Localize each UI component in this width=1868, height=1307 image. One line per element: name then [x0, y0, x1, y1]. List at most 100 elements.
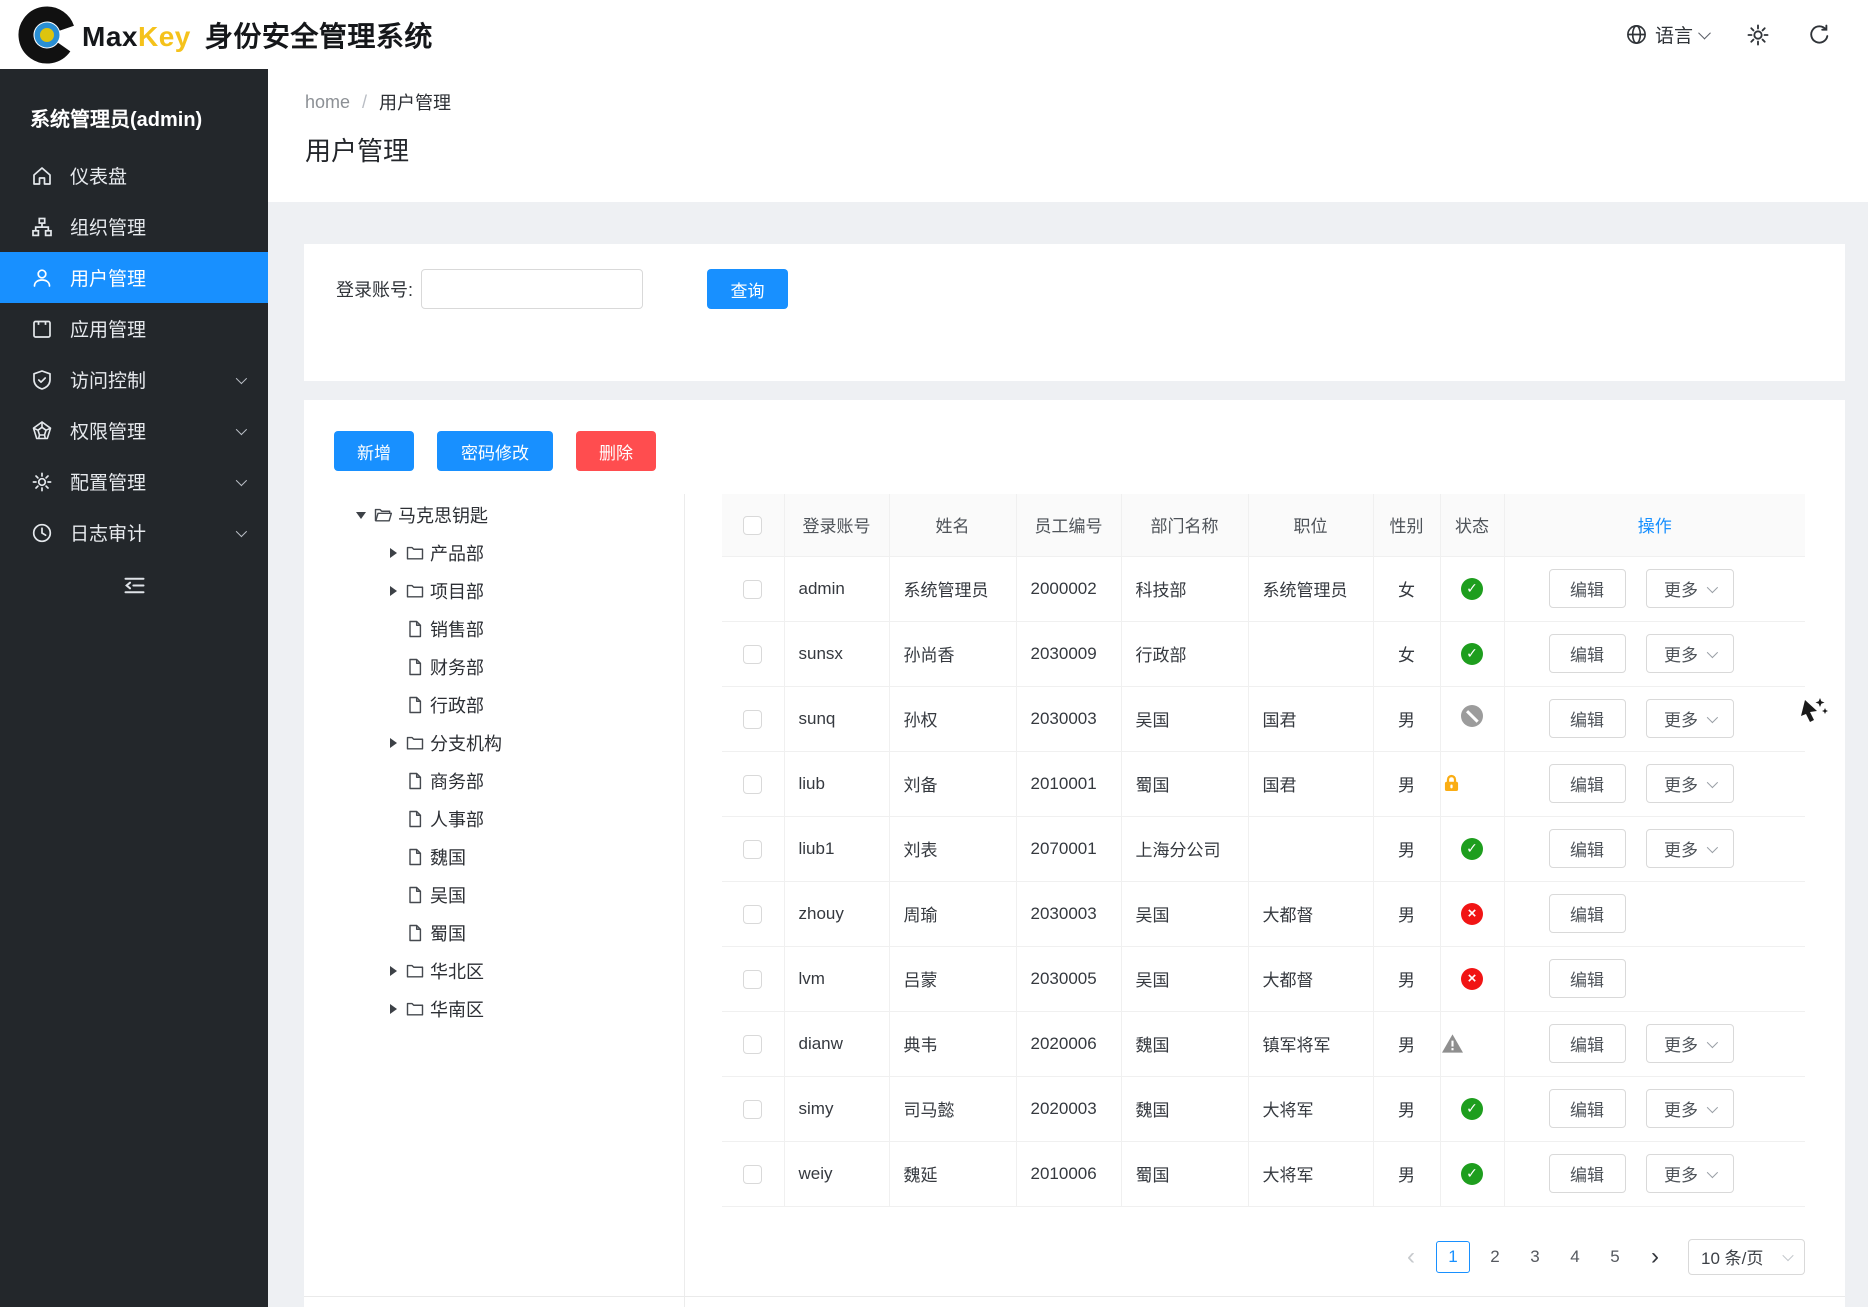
row-checkbox[interactable] — [743, 645, 762, 664]
page-size-select[interactable]: 10 条/页 — [1688, 1239, 1805, 1275]
sidebar-item-app[interactable]: 应用管理 — [0, 303, 268, 354]
row-checkbox[interactable] — [743, 580, 762, 599]
org-icon — [30, 215, 54, 239]
sidebar-item-audit[interactable]: 日志审计 — [0, 507, 268, 558]
edit-button[interactable]: 编辑 — [1549, 959, 1626, 998]
more-button[interactable]: 更多 — [1646, 569, 1734, 608]
gender-cell: 男 — [1373, 1076, 1440, 1141]
tree-node[interactable]: 项目部 — [304, 572, 684, 610]
logout-refresh-icon[interactable] — [1807, 22, 1832, 47]
pagination-next[interactable]: › — [1640, 1241, 1670, 1273]
tree-node[interactable]: 销售部 — [304, 610, 684, 648]
settings-gear-icon[interactable] — [1745, 22, 1771, 48]
edit-button[interactable]: 编辑 — [1549, 634, 1626, 673]
edit-button[interactable]: 编辑 — [1549, 1089, 1626, 1128]
department-cell: 行政部 — [1121, 621, 1248, 686]
change-password-button[interactable]: 密码修改 — [437, 431, 553, 471]
more-button[interactable]: 更多 — [1646, 764, 1734, 803]
more-button[interactable]: 更多 — [1646, 829, 1734, 868]
select-all-checkbox[interactable] — [743, 516, 762, 535]
caret-right-icon[interactable] — [383, 543, 403, 563]
file-icon — [405, 657, 425, 677]
pagination-prev[interactable]: ‹ — [1396, 1241, 1426, 1273]
row-checkbox[interactable] — [743, 1035, 762, 1054]
sidebar-item-dashboard[interactable]: 仪表盘 — [0, 150, 268, 201]
breadcrumb-home-link[interactable]: home — [305, 92, 350, 113]
more-button[interactable]: 更多 — [1646, 1154, 1734, 1193]
edit-button[interactable]: 编辑 — [1549, 1024, 1626, 1063]
tree-node-label: 销售部 — [430, 616, 484, 642]
edit-button[interactable]: 编辑 — [1549, 569, 1626, 608]
pagination-page-1[interactable]: 1 — [1436, 1241, 1470, 1273]
tree-node[interactable]: 行政部 — [304, 686, 684, 724]
edit-button[interactable]: 编辑 — [1549, 764, 1626, 803]
edit-button[interactable]: 编辑 — [1549, 894, 1626, 933]
add-button[interactable]: 新增 — [334, 431, 414, 471]
pagination-page-4[interactable]: 4 — [1560, 1241, 1590, 1273]
employee-id-cell: 2030005 — [1016, 946, 1121, 1011]
caret-right-icon[interactable] — [383, 999, 403, 1019]
status-cell: × — [1440, 946, 1504, 1011]
delete-button[interactable]: 删除 — [576, 431, 656, 471]
tree-node[interactable]: 吴国 — [304, 876, 684, 914]
tree-node[interactable]: 人事部 — [304, 800, 684, 838]
sidebar-item-config[interactable]: 配置管理 — [0, 456, 268, 507]
sidebar-item-org[interactable]: 组织管理 — [0, 201, 268, 252]
page-header-block: home / 用户管理 用户管理 — [268, 69, 1868, 202]
pagination-page-3[interactable]: 3 — [1520, 1241, 1550, 1273]
tree-node[interactable]: 马克思钥匙 — [304, 496, 684, 534]
tree-node[interactable]: 分支机构 — [304, 724, 684, 762]
row-checkbox[interactable] — [743, 710, 762, 729]
tree-node[interactable]: 产品部 — [304, 534, 684, 572]
caret-right-icon[interactable] — [383, 733, 403, 753]
more-button[interactable]: 更多 — [1646, 699, 1734, 738]
column-header: 姓名 — [889, 494, 1016, 556]
tree-node[interactable]: 魏国 — [304, 838, 684, 876]
caret-down-icon[interactable] — [351, 505, 371, 525]
edit-button[interactable]: 编辑 — [1549, 699, 1626, 738]
query-button[interactable]: 查询 — [707, 269, 788, 309]
position-cell: 大都督 — [1248, 881, 1373, 946]
menu-fold-icon[interactable] — [121, 572, 148, 599]
pagination-page-5[interactable]: 5 — [1600, 1241, 1630, 1273]
sidebar-item-permission[interactable]: 权限管理 — [0, 405, 268, 456]
tree-node-label: 财务部 — [430, 654, 484, 680]
gender-cell: 男 — [1373, 686, 1440, 751]
more-button[interactable]: 更多 — [1646, 634, 1734, 673]
tree-node-label: 马克思钥匙 — [398, 502, 488, 528]
pagination-page-2[interactable]: 2 — [1480, 1241, 1510, 1273]
table-row: zhouy周瑜2030003吴国大都督男×编辑 — [722, 881, 1805, 946]
sidebar-item-access[interactable]: 访问控制 — [0, 354, 268, 405]
account-cell: sunq — [784, 686, 889, 751]
tree-node[interactable]: 华北区 — [304, 952, 684, 990]
login-account-input[interactable] — [421, 269, 643, 309]
language-selector[interactable]: 语言 — [1625, 21, 1709, 48]
row-checkbox[interactable] — [743, 840, 762, 859]
app-icon — [30, 317, 54, 341]
chevron-down-icon — [1707, 711, 1718, 722]
tree-node[interactable]: 商务部 — [304, 762, 684, 800]
sidebar-item-user[interactable]: 用户管理 — [0, 252, 268, 303]
tree-node[interactable]: 华南区 — [304, 990, 684, 1028]
caret-placeholder — [383, 695, 403, 715]
more-button[interactable]: 更多 — [1646, 1024, 1734, 1063]
name-cell: 刘表 — [889, 816, 1016, 881]
tree-node[interactable]: 蜀国 — [304, 914, 684, 952]
caret-placeholder — [383, 657, 403, 677]
caret-right-icon[interactable] — [383, 961, 403, 981]
more-button[interactable]: 更多 — [1646, 1089, 1734, 1128]
row-checkbox[interactable] — [743, 905, 762, 924]
row-checkbox[interactable] — [743, 775, 762, 794]
edit-button[interactable]: 编辑 — [1549, 1154, 1626, 1193]
status-active-icon: ✓ — [1461, 578, 1483, 600]
tree-node[interactable]: 财务部 — [304, 648, 684, 686]
row-checkbox[interactable] — [743, 1165, 762, 1184]
edit-button[interactable]: 编辑 — [1549, 829, 1626, 868]
caret-right-icon[interactable] — [383, 581, 403, 601]
gender-cell: 男 — [1373, 816, 1440, 881]
checkbox-cell — [722, 686, 784, 751]
row-checkbox[interactable] — [743, 1100, 762, 1119]
top-header: MaxKey 身份安全管理系统 语言 — [0, 0, 1868, 69]
row-checkbox[interactable] — [743, 970, 762, 989]
column-header: 性别 — [1373, 494, 1440, 556]
